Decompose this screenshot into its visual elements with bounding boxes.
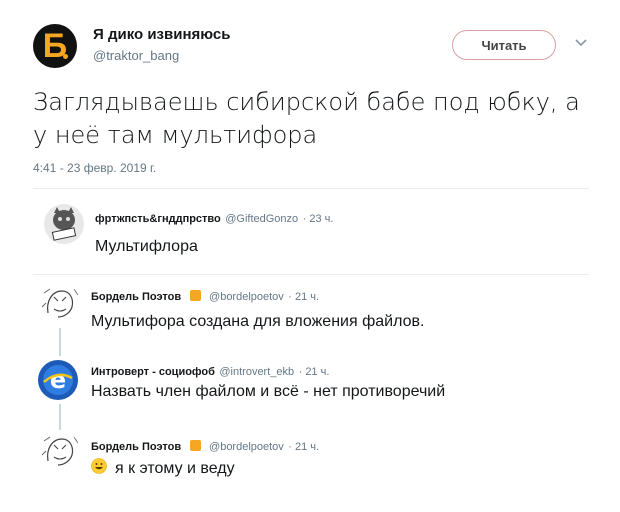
reply-author-handle[interactable]: @GiftedGonzo <box>225 213 298 225</box>
reply-time[interactable]: · 21 ч. <box>288 441 319 453</box>
reply-text: я к этому и веду <box>115 459 235 477</box>
reply-text: Назвать член файлом и всё - нет противор… <box>91 383 446 400</box>
thread-connector <box>59 328 61 356</box>
reply-author-name[interactable]: фртжпсть&гнддпрство <box>95 213 221 225</box>
reply-time[interactable]: · 21 ч. <box>288 291 319 303</box>
reply-avatar[interactable]: e <box>38 360 78 400</box>
author-handle[interactable]: @traktor_bang <box>93 48 179 63</box>
grinning-emoji-icon <box>91 458 107 479</box>
thread-connector <box>59 404 61 430</box>
chevron-down-icon[interactable] <box>572 34 590 52</box>
svg-text:e: e <box>50 366 66 394</box>
badge-icon <box>189 290 201 301</box>
reply-header: фртжпсть&гнддпрство @GiftedGonzo · 23 ч. <box>95 209 575 227</box>
reply-author-name[interactable]: Бордель Поэтов <box>91 441 181 453</box>
reply-avatar[interactable] <box>40 283 80 323</box>
reply-avatar[interactable] <box>44 204 84 244</box>
reply-body: я к этому и веду <box>91 458 235 479</box>
author-avatar[interactable]: Б <box>33 24 77 68</box>
tweet-text-line: у неё там мультифора <box>33 121 318 149</box>
reply-header: Бордель Поэтов @bordelpoetov · 21 ч. <box>91 287 571 305</box>
tweet-text: Заглядываешь сибирской бабе под юбку, а … <box>33 86 593 152</box>
badge-icon <box>189 440 201 451</box>
reply-avatar[interactable] <box>40 431 80 471</box>
reply-author-name[interactable]: Бордель Поэтов <box>91 291 181 303</box>
reply-author-name[interactable]: Интроверт - социофоб <box>91 366 215 378</box>
avatar-dot <box>63 54 68 59</box>
author-name[interactable]: Я дико извиняюсь <box>93 26 230 43</box>
reply-author-handle[interactable]: @bordelpoetov <box>209 291 284 303</box>
reply-text: Мультифора создана для вложения файлов. <box>91 313 425 330</box>
tweet-timestamp[interactable]: 4:41 - 23 февр. 2019 г. <box>33 161 156 175</box>
reply-time[interactable]: · 21 ч. <box>299 366 330 378</box>
tweet-text-line: Заглядываешь сибирской бабе под юбку, а <box>33 88 580 116</box>
reply-time[interactable]: · 23 ч. <box>303 213 334 225</box>
divider <box>33 188 589 189</box>
follow-button[interactable]: Читать <box>452 30 556 60</box>
divider <box>33 274 589 275</box>
reply-header: Интроверт - социофоб @introvert_ekb · 21… <box>91 362 571 380</box>
reply-author-handle[interactable]: @bordelpoetov <box>209 441 284 453</box>
reply-header: Бордель Поэтов @bordelpoetov · 21 ч. <box>91 437 571 455</box>
reply-author-handle[interactable]: @introvert_ekb <box>219 366 294 378</box>
reply-text: Мультифлора <box>95 238 198 255</box>
